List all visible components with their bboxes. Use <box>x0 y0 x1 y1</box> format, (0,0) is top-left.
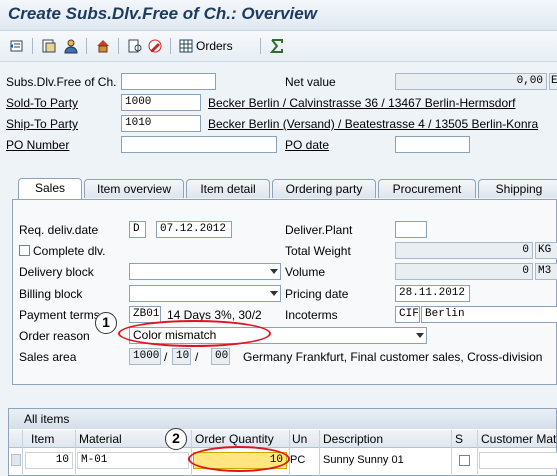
chevron-down-icon <box>416 333 424 338</box>
po-number-input[interactable] <box>121 136 277 153</box>
unit-cell[interactable]: PC <box>290 454 305 466</box>
sigma-icon <box>269 39 283 53</box>
items-table-title: All items <box>24 412 70 426</box>
tab-shipping[interactable]: Shipping <box>478 179 557 198</box>
total-weight-unit: KG <box>535 242 557 259</box>
sold-to-label[interactable]: Sold-To Party <box>6 96 78 110</box>
payment-terms-input[interactable]: ZB01 <box>129 306 161 323</box>
sales-org-field: 1000 <box>129 348 161 365</box>
column-header-material[interactable]: Material <box>79 432 122 446</box>
volume-unit: M3 <box>535 263 557 280</box>
status-checkbox[interactable] <box>459 455 470 466</box>
callout-badge-2: 2 <box>165 428 187 450</box>
column-header-status[interactable]: S <box>455 432 463 446</box>
division-field: 00 <box>211 348 230 365</box>
items-table-header: Item Material Order Quantity Un Descript… <box>9 430 556 448</box>
sales-area-separator: / <box>195 350 199 364</box>
incoterms-place-input[interactable]: Berlin <box>421 306 557 323</box>
chevron-down-icon <box>270 291 278 296</box>
volume-field: 0 <box>395 263 533 280</box>
orders-button[interactable]: Orders <box>196 39 233 53</box>
display-partner-button[interactable] <box>62 37 80 55</box>
total-weight-label: Total Weight <box>285 244 351 258</box>
document-search-icon <box>128 39 142 53</box>
req-deliv-date-input[interactable]: 07.12.2012 <box>156 221 232 238</box>
customer-material-cell[interactable] <box>479 452 557 469</box>
billing-block-select[interactable] <box>129 285 281 302</box>
sales-area-separator: / <box>164 350 168 364</box>
subs-delivery-label: Subs.Dlv.Free of Ch. <box>6 75 117 89</box>
application-toolbar: Orders <box>0 31 557 62</box>
complete-dlv-checkbox[interactable] <box>19 245 30 256</box>
document-header-icon <box>42 39 56 53</box>
sold-to-address: Becker Berlin / Calvinstrasse 36 / 13467… <box>208 96 516 110</box>
pencil-icon <box>148 39 162 53</box>
po-date-input[interactable] <box>395 136 470 153</box>
dist-channel-field: 10 <box>172 348 191 365</box>
ship-to-address: Becker Berlin (Versand) / Beatestrasse 4… <box>208 117 539 131</box>
display-doc-header-button[interactable] <box>40 37 58 55</box>
items-table-title-bar: All items <box>9 409 556 429</box>
highlight-oval-order-reason <box>118 320 271 347</box>
ship-to-label[interactable]: Ship-To Party <box>6 117 78 131</box>
column-header-description[interactable]: Description <box>323 432 383 446</box>
net-value-field: 0,00 <box>395 73 547 90</box>
sales-area-label: Sales area <box>19 350 77 364</box>
orders-button-icon-wrap[interactable] <box>177 37 195 55</box>
column-header-customer-material[interactable]: Customer Mat <box>481 432 556 446</box>
order-reason-label: Order reason <box>19 329 90 343</box>
title-bar: Create Subs.Dlv.Free of Ch.: Overview <box>0 0 557 31</box>
highlight-oval-order-quantity <box>188 446 290 472</box>
tab-sales[interactable]: Sales <box>18 178 82 199</box>
billing-block-label: Billing block <box>19 287 83 301</box>
pricing-date-label: Pricing date <box>285 287 349 301</box>
header-details-icon <box>10 40 23 52</box>
po-number-label[interactable]: PO Number <box>6 138 69 152</box>
req-deliv-date-type[interactable]: D <box>129 221 146 238</box>
tab-item-overview[interactable]: Item overview <box>84 179 184 198</box>
complete-dlv-label: Complete dlv. <box>33 244 106 258</box>
sales-area-text: Germany Frankfurt, Final customer sales,… <box>243 350 543 364</box>
row-selector[interactable] <box>11 454 21 466</box>
delivery-block-select[interactable] <box>129 263 281 280</box>
net-value-label: Net value <box>285 75 336 89</box>
delivery-block-label: Delivery block <box>19 265 94 279</box>
callout-badge-1: 1 <box>95 312 117 334</box>
item-number-cell[interactable]: 10 <box>25 452 73 469</box>
deliver-plant-input[interactable] <box>395 221 427 238</box>
tab-procurement[interactable]: Procurement <box>378 179 476 198</box>
header-details-button[interactable] <box>8 37 26 55</box>
incoterms-label: Incoterms <box>285 308 338 322</box>
material-cell[interactable]: M-01 <box>77 452 189 469</box>
volume-label: Volume <box>285 265 326 279</box>
pricing-date-input[interactable]: 28.11.2012 <box>395 285 470 302</box>
sum-button[interactable] <box>268 37 286 55</box>
person-icon <box>64 39 78 54</box>
change-document-button[interactable] <box>146 37 164 55</box>
sold-to-input[interactable]: 1000 <box>121 94 201 111</box>
payment-terms-label: Payment terms <box>19 308 100 322</box>
total-weight-field: 0 <box>395 242 533 259</box>
column-header-unit[interactable]: Un <box>292 432 307 446</box>
column-header-order-quantity[interactable]: Order Quantity <box>195 432 274 446</box>
description-cell[interactable]: Sunny Sunny 01 <box>323 454 404 466</box>
column-header-item[interactable]: Item <box>31 432 54 446</box>
chevron-down-icon <box>270 269 278 274</box>
window-title: Create Subs.Dlv.Free of Ch.: Overview <box>8 4 317 23</box>
subs-delivery-input[interactable] <box>121 73 216 90</box>
incoterms-code-input[interactable]: CIF <box>395 306 420 323</box>
po-date-label[interactable]: PO date <box>285 138 329 152</box>
deliver-plant-label: Deliver.Plant <box>285 223 353 237</box>
items-table: All items Item Material Order Quantity U… <box>8 408 557 476</box>
orders-grid-icon <box>179 39 193 53</box>
tab-item-detail[interactable]: Item detail <box>186 179 270 198</box>
req-deliv-date-label: Req. deliv.date <box>19 223 99 237</box>
tab-strip: Sales Item overview Item detail Ordering… <box>12 178 557 199</box>
house-icon <box>97 40 109 53</box>
display-document-button[interactable] <box>126 37 144 55</box>
ship-to-input[interactable]: 1010 <box>121 115 201 132</box>
currency-field: E <box>549 73 557 90</box>
tab-ordering-party[interactable]: Ordering party <box>272 179 376 198</box>
reference-button[interactable] <box>94 37 112 55</box>
